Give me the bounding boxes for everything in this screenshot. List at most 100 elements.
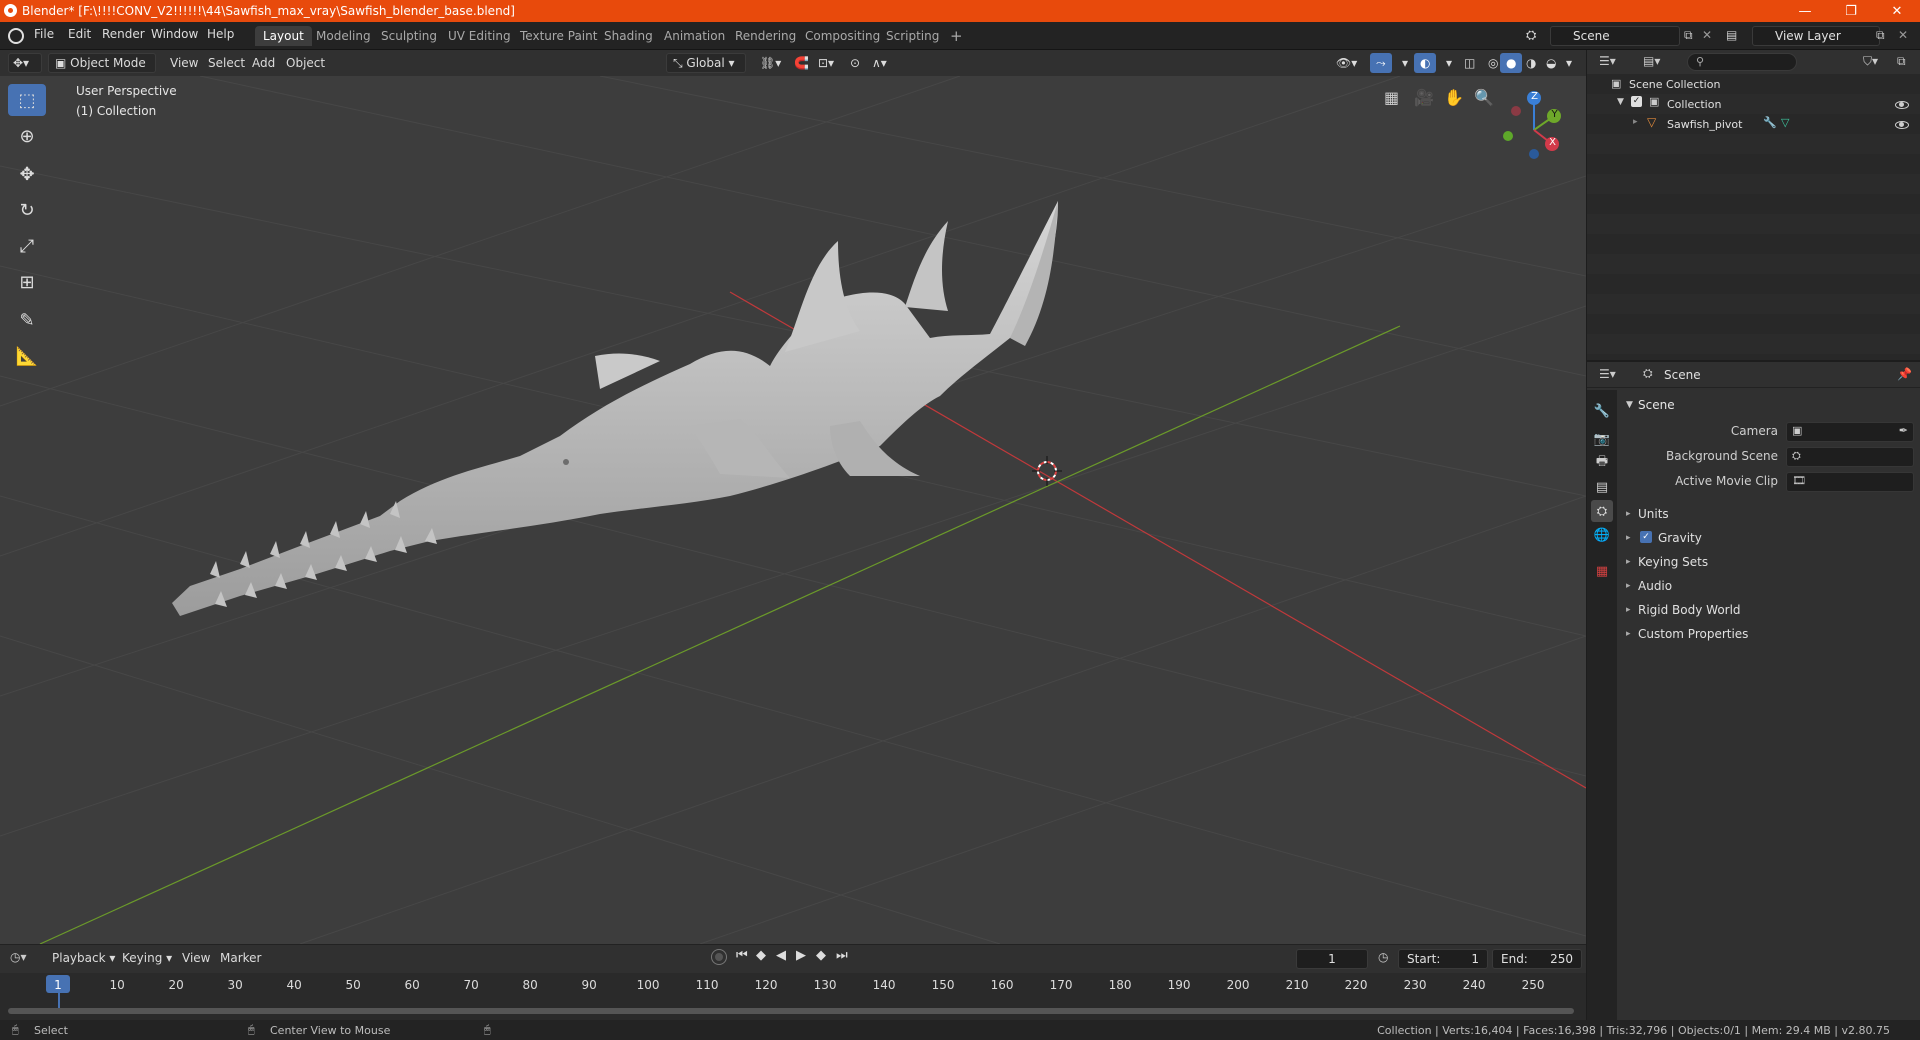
3d-viewport[interactable]: Z Y X ⬚ ⊕ ✥ ↻ ⤢ ⊞ ✎ 📐 User Perspective (… xyxy=(0,76,1586,944)
tab-animation[interactable]: Animation xyxy=(656,26,733,46)
units-expand-icon[interactable]: ▸ xyxy=(1626,509,1631,519)
keying-sets-panel[interactable]: Keying Sets xyxy=(1638,555,1708,569)
move-tool-icon[interactable]: ✥ xyxy=(8,158,46,190)
custom-properties-expand-icon[interactable]: ▸ xyxy=(1626,629,1631,639)
gizmo-toggle-icon[interactable]: ⤳ xyxy=(1370,53,1392,73)
expand-collection-icon[interactable]: ▼ xyxy=(1617,97,1624,107)
minimize-button[interactable]: — xyxy=(1782,0,1828,22)
gravity-panel[interactable]: Gravity xyxy=(1658,531,1702,545)
add-menu[interactable]: Add xyxy=(246,53,281,73)
tab-sculpting[interactable]: Sculpting xyxy=(373,26,445,46)
camera-view-icon[interactable]: 🎥 xyxy=(1414,88,1434,107)
grid-view-icon[interactable]: ▦ xyxy=(1384,88,1399,107)
rigid-body-world-panel[interactable]: Rigid Body World xyxy=(1638,603,1741,617)
restore-button[interactable]: ❐ xyxy=(1828,0,1874,22)
tab-modeling[interactable]: Modeling xyxy=(308,26,379,46)
gizmo-dropdown-icon[interactable]: ▾ xyxy=(1396,53,1414,73)
keying-menu[interactable]: Keying ▾ xyxy=(116,948,178,968)
modifier-wrench-icon[interactable]: 🔧 xyxy=(1763,116,1777,129)
scale-tool-icon[interactable]: ⤢ xyxy=(8,230,46,262)
output-tab-icon[interactable]: 🖶 xyxy=(1591,452,1613,474)
object-eye-icon[interactable] xyxy=(1895,121,1909,129)
zoom-icon[interactable]: 🔍 xyxy=(1474,88,1494,107)
start-frame-field[interactable]: Start: 1 xyxy=(1398,949,1488,969)
blender-menu-icon[interactable] xyxy=(8,28,24,44)
texture-tab-icon[interactable]: ▦ xyxy=(1591,560,1613,582)
menu-window[interactable]: Window xyxy=(151,27,198,41)
outliner-search-input[interactable]: ⚲ xyxy=(1687,53,1797,71)
object-menu[interactable]: Object xyxy=(280,53,331,73)
cursor-tool-icon[interactable]: ⊕ xyxy=(8,120,46,152)
tab-rendering[interactable]: Rendering xyxy=(727,26,804,46)
transform-tool-icon[interactable]: ⊞ xyxy=(8,266,46,298)
tab-shading[interactable]: Shading xyxy=(596,26,661,46)
view-layer-tab-icon[interactable]: ▤ xyxy=(1591,476,1613,498)
delete-scene-icon[interactable]: ✕ xyxy=(1702,28,1712,42)
annotate-tool-icon[interactable]: ✎ xyxy=(8,304,46,336)
delete-view-layer-icon[interactable]: ✕ xyxy=(1898,28,1908,42)
custom-properties-panel[interactable]: Custom Properties xyxy=(1638,627,1748,641)
jump-end-icon[interactable]: ⏭ xyxy=(836,948,848,963)
new-scene-icon[interactable]: ⧉ xyxy=(1684,28,1693,43)
view-layer-icon[interactable]: ▤ xyxy=(1726,28,1737,42)
background-scene-field[interactable]: ⛭ xyxy=(1786,447,1914,467)
audio-panel[interactable]: Audio xyxy=(1638,579,1672,593)
snap-icon[interactable]: 🧲 xyxy=(788,53,815,73)
render-tab-icon[interactable]: 📷 xyxy=(1591,428,1613,450)
select-box-icon[interactable]: ⬚ xyxy=(8,84,46,116)
add-workspace-button[interactable]: + xyxy=(942,26,971,46)
falloff-icon[interactable]: ∧▾ xyxy=(866,53,893,73)
active-movie-clip-field[interactable]: 🎞 xyxy=(1786,472,1914,492)
pivot-point-icon[interactable]: ⛓▾ xyxy=(754,53,787,73)
new-collection-icon[interactable]: ⧉ xyxy=(1897,54,1906,69)
world-tab-icon[interactable]: 🌐 xyxy=(1591,524,1613,546)
collection-label[interactable]: Collection xyxy=(1667,98,1721,111)
playback-menu[interactable]: Playback ▾ xyxy=(46,948,121,968)
expand-object-icon[interactable]: ▸ xyxy=(1633,117,1638,127)
jump-start-icon[interactable]: ⏮ xyxy=(736,948,748,963)
eyedropper-icon[interactable]: ✒ xyxy=(1899,424,1908,437)
next-keyframe-icon[interactable]: ◆ xyxy=(816,948,826,963)
tab-layout[interactable]: Layout xyxy=(255,26,312,46)
menu-render[interactable]: Render xyxy=(102,27,145,41)
scene-selector-icon[interactable]: ⛭ xyxy=(1526,28,1542,44)
play-icon[interactable]: ▶ xyxy=(796,948,806,963)
mode-dropdown[interactable]: ▣ Object Mode ▾ xyxy=(48,53,156,88)
select-menu[interactable]: Select xyxy=(202,53,251,73)
close-button[interactable]: ✕ xyxy=(1874,0,1920,22)
tab-scripting[interactable]: Scripting xyxy=(878,26,947,46)
measure-tool-icon[interactable]: 📐 xyxy=(8,340,46,372)
preview-range-icon[interactable]: ◷ xyxy=(1378,950,1388,964)
units-panel[interactable]: Units xyxy=(1638,507,1669,521)
current-frame-field[interactable]: 1 xyxy=(1296,949,1368,969)
timeline-view-menu[interactable]: View xyxy=(176,948,216,968)
gravity-expand-icon[interactable]: ▸ xyxy=(1626,533,1631,543)
prev-keyframe-icon[interactable]: ◆ xyxy=(756,948,766,963)
menu-edit[interactable]: Edit xyxy=(68,27,91,41)
editor-type-icon[interactable]: ✥▾ xyxy=(8,53,42,73)
marker-menu[interactable]: Marker xyxy=(214,948,267,968)
menu-help[interactable]: Help xyxy=(207,27,234,41)
mesh-data-icon[interactable]: ▽ xyxy=(1781,116,1789,129)
pin-icon[interactable]: 📌 xyxy=(1897,367,1912,381)
gravity-checkbox[interactable]: ✓ xyxy=(1640,531,1652,543)
tab-uv-editing[interactable]: UV Editing xyxy=(440,26,519,46)
display-mode-icon[interactable]: ▤▾ xyxy=(1643,54,1660,68)
object-label[interactable]: Sawfish_pivot xyxy=(1667,118,1742,131)
overlay-dropdown-icon[interactable]: ▾ xyxy=(1440,53,1458,73)
view-layer-field[interactable]: View Layer xyxy=(1752,26,1880,46)
record-icon[interactable] xyxy=(712,950,726,964)
visibility-icon[interactable]: 👁▾ xyxy=(1330,53,1363,73)
shading-dropdown-icon[interactable]: ▾ xyxy=(1560,53,1578,73)
collection-checkbox[interactable]: ✓ xyxy=(1631,96,1642,107)
filter-icon[interactable]: ⛉▾ xyxy=(1863,54,1878,69)
view-menu[interactable]: View xyxy=(164,53,204,73)
end-frame-field[interactable]: End: 250 xyxy=(1492,949,1582,969)
timeline-scrollbar[interactable] xyxy=(8,1008,1574,1014)
scene-tab-icon[interactable]: ⛭ xyxy=(1591,500,1613,522)
proportional-edit-icon[interactable]: ⊙ xyxy=(844,53,866,73)
sawfish-model[interactable] xyxy=(172,201,1058,616)
scene-panel-expand-icon[interactable]: ▼ xyxy=(1626,400,1633,410)
scene-field[interactable]: Scene xyxy=(1550,26,1680,46)
tab-compositing[interactable]: Compositing xyxy=(797,26,888,46)
